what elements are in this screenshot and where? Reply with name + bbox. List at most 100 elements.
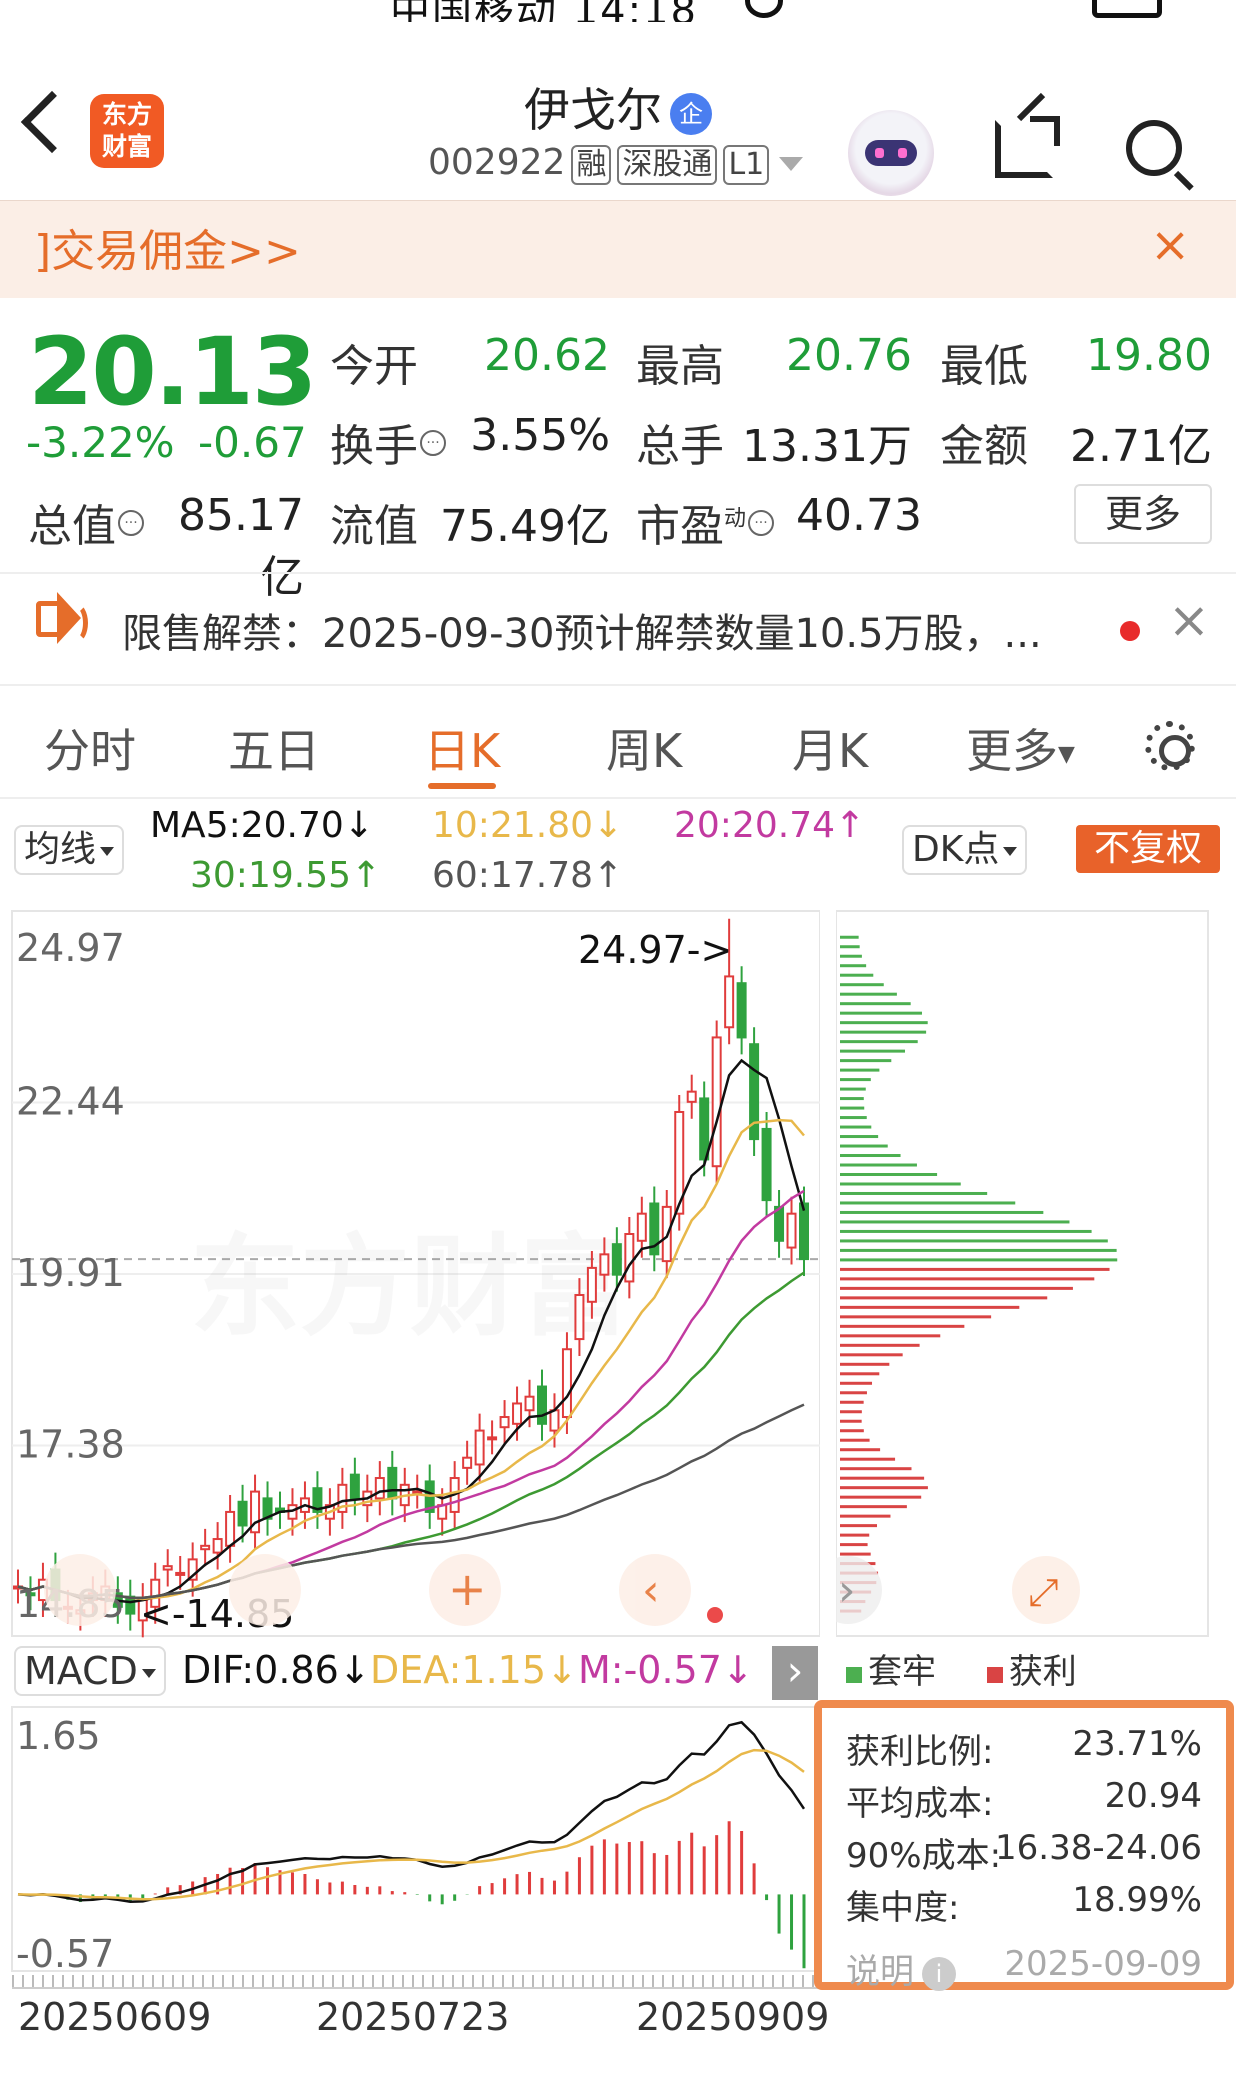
- low-label: 最低: [940, 341, 1028, 392]
- chip-bar: [840, 1049, 906, 1053]
- chip-bar: [840, 945, 860, 949]
- tab-intraday[interactable]: 分时: [44, 715, 136, 781]
- chip-bar: [840, 1040, 918, 1044]
- explain-label[interactable]: 说明: [846, 1952, 914, 1992]
- open-label: 今开: [330, 341, 418, 392]
- candle-body: [786, 1212, 797, 1249]
- chip-bar: [840, 1248, 1117, 1252]
- dk-point-selector[interactable]: DK点: [902, 825, 1028, 875]
- promo-text[interactable]: ]交易佣金>>: [34, 215, 301, 279]
- dif-value: DIF:0.86↓: [182, 1648, 371, 1692]
- high-value: 20.76: [786, 330, 912, 381]
- candle-body: [586, 1266, 597, 1303]
- close-icon[interactable]: ×: [1150, 221, 1190, 269]
- info-icon[interactable]: i: [922, 1956, 956, 1991]
- chip-bar: [840, 1135, 879, 1139]
- profit-ratio-row: 获利比例: 23.71%: [846, 1724, 1202, 1773]
- indicator-selector[interactable]: MACD: [14, 1646, 166, 1696]
- y-axis-label: 24.97: [16, 926, 125, 970]
- chip-bar: [840, 992, 897, 996]
- scroll-button[interactable]: [229, 1554, 301, 1626]
- zoom-out-button[interactable]: [44, 1554, 116, 1626]
- status-bar: 中国移动 14:18: [0, 0, 1236, 22]
- more-quote-button[interactable]: 更多: [1074, 484, 1212, 544]
- adjust-button[interactable]: 不复权: [1076, 825, 1220, 873]
- mktcap-label[interactable]: 总值 ···: [28, 490, 144, 554]
- plus-icon: +: [448, 1562, 487, 1616]
- tab-more[interactable]: 更多▼: [966, 715, 1075, 781]
- stats-date: 2025-09-09: [1004, 1944, 1202, 1984]
- y-axis-label: 19.91: [16, 1251, 125, 1295]
- stock-name-text: 伊戈尔: [524, 83, 662, 137]
- chip-bar: [840, 1191, 988, 1195]
- chip-bar: [840, 1258, 1118, 1262]
- candle-body: [711, 1036, 722, 1168]
- change-percent: -3.22%: [26, 418, 175, 467]
- tab-five-day[interactable]: 五日: [228, 715, 320, 781]
- candle-body: [624, 1233, 635, 1283]
- candle-body: [574, 1294, 585, 1341]
- pe-label-text: 市盈: [636, 501, 724, 552]
- trapped-label: 套牢: [868, 1652, 936, 1692]
- low-value: 19.80: [1086, 330, 1212, 381]
- ma10-value: 10:21.80↓: [432, 805, 624, 846]
- info-icon[interactable]: ···: [748, 510, 775, 536]
- y-axis-label: 17.38: [16, 1423, 125, 1467]
- info-icon[interactable]: ···: [420, 430, 446, 456]
- cost90-value: 16.38-24.06: [995, 1828, 1202, 1868]
- tab-daily-k[interactable]: 日K: [424, 715, 500, 781]
- chip-bar: [840, 1467, 912, 1471]
- margin-tag: 融: [571, 145, 612, 185]
- chip-bar: [840, 1419, 862, 1423]
- stock-code: 002922: [428, 142, 566, 183]
- indicator-dot: [707, 1607, 723, 1623]
- close-icon[interactable]: ×: [1168, 595, 1210, 645]
- chip-bar: [840, 1372, 880, 1376]
- chip-distribution-chart[interactable]: › ⤢: [836, 905, 1216, 1640]
- stock-code-line[interactable]: 002922 融深股通 L1: [428, 142, 804, 185]
- info-icon[interactable]: ···: [118, 510, 144, 536]
- speaker-icon: [36, 601, 62, 637]
- ma-selector[interactable]: 均线: [14, 825, 125, 875]
- chip-bar: [840, 1514, 891, 1518]
- tab-weekly-k[interactable]: 周K: [606, 715, 682, 781]
- kline-chart[interactable]: 东方财富 24.9722.4419.9117.3814.85 24.97-> <…: [0, 905, 820, 1640]
- volume-value: 13.31万: [742, 421, 912, 472]
- candle-body: [162, 1565, 173, 1571]
- quote-panel: 20.13 -3.22% -0.67 今开 20.62 最高 20.76 最低 …: [0, 298, 1236, 603]
- ma-selector-label: 均线: [24, 829, 97, 870]
- avg-cost-value: 20.94: [1104, 1776, 1202, 1816]
- candle-body: [524, 1395, 535, 1412]
- chip-bar: [840, 1172, 938, 1176]
- chip-bar: [840, 1353, 903, 1357]
- candle-body: [537, 1385, 547, 1425]
- gear-icon[interactable]: [1145, 721, 1195, 771]
- explain-row[interactable]: 说明 i 2025-09-09: [846, 1944, 1202, 1993]
- chip-bar: [840, 1277, 1095, 1281]
- notice-text[interactable]: 限售解禁：2025-09-30预计解禁数量10.5万股，...: [122, 601, 1042, 659]
- ai-assistant-icon[interactable]: [848, 110, 934, 196]
- candle-body: [761, 1127, 772, 1202]
- promo-banner[interactable]: ]交易佣金>> ×: [0, 200, 1236, 298]
- pe-value: 40.73: [796, 490, 922, 541]
- concentration-label: 集中度:: [846, 1888, 960, 1928]
- pe-label[interactable]: 市盈动 ···: [636, 490, 775, 554]
- enterprise-badge: 企: [670, 92, 712, 135]
- chip-bar: [840, 1182, 961, 1186]
- cost90-label: 90%成本:: [846, 1836, 1002, 1876]
- chip-bar: [840, 973, 874, 977]
- chip-bar: [840, 1163, 917, 1167]
- chip-bar: [840, 1021, 928, 1025]
- candle-body: [799, 1202, 809, 1261]
- search-icon[interactable]: [1126, 120, 1182, 176]
- chip-bar: [840, 1495, 922, 1499]
- profit-swatch: [986, 1667, 1003, 1683]
- notice-bar[interactable]: 限售解禁：2025-09-30预计解禁数量10.5万股，... ×: [0, 573, 1236, 683]
- turnover-label[interactable]: 换手 ···: [330, 410, 446, 474]
- chip-bar: [840, 1334, 941, 1338]
- chevron-right-icon[interactable]: ›: [772, 1646, 818, 1700]
- chip-bar: [840, 983, 884, 987]
- chevron-down-icon: [779, 157, 804, 171]
- level-tag: L1: [723, 145, 770, 185]
- tab-monthly-k[interactable]: 月K: [792, 715, 868, 781]
